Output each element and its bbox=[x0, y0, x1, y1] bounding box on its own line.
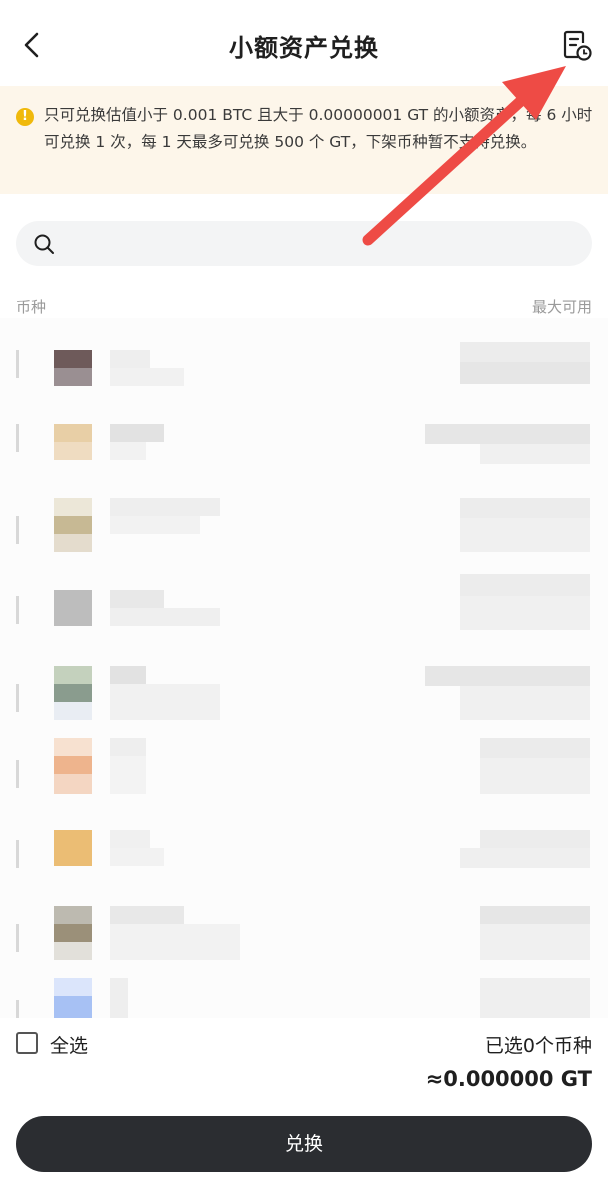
list-item[interactable] bbox=[0, 662, 608, 736]
list-item[interactable] bbox=[0, 818, 608, 892]
column-header-coin: 币种 bbox=[16, 298, 47, 316]
row-checkbox[interactable] bbox=[16, 684, 19, 712]
list-item[interactable] bbox=[0, 402, 608, 476]
list-item[interactable] bbox=[0, 574, 608, 648]
select-all-checkbox[interactable] bbox=[16, 1032, 38, 1054]
history-button[interactable] bbox=[558, 28, 594, 64]
list-item[interactable] bbox=[0, 328, 608, 402]
notice-text: 只可兑换估值小于 0.001 BTC 且大于 0.00000001 GT 的小额… bbox=[44, 106, 593, 151]
select-all-label[interactable]: 全选 bbox=[50, 1031, 88, 1058]
row-checkbox[interactable] bbox=[16, 1000, 19, 1018]
list-item[interactable] bbox=[0, 978, 608, 1018]
column-header-max-available: 最大可用 bbox=[531, 298, 592, 316]
row-checkbox[interactable] bbox=[16, 596, 19, 624]
total-estimate: ≈0.000000 GT bbox=[425, 1067, 592, 1091]
row-checkbox[interactable] bbox=[16, 516, 19, 544]
row-checkbox[interactable] bbox=[16, 760, 19, 788]
selected-count: 已选0个币种 bbox=[484, 1035, 592, 1057]
row-checkbox[interactable] bbox=[16, 840, 19, 868]
row-checkbox[interactable] bbox=[16, 424, 19, 452]
search-icon bbox=[34, 234, 54, 254]
page-title: 小额资产兑换 bbox=[229, 34, 379, 62]
asset-list[interactable] bbox=[0, 318, 608, 1018]
search-bar[interactable] bbox=[16, 221, 592, 268]
list-item[interactable] bbox=[0, 494, 608, 568]
list-item[interactable] bbox=[0, 738, 608, 812]
row-checkbox[interactable] bbox=[16, 350, 19, 378]
row-checkbox[interactable] bbox=[16, 924, 19, 952]
search-input[interactable] bbox=[66, 221, 580, 268]
info-icon: ! bbox=[16, 108, 34, 126]
list-item[interactable] bbox=[0, 902, 608, 976]
header: 小额资产兑换 bbox=[0, 0, 608, 88]
history-record-icon bbox=[563, 30, 592, 61]
convert-button[interactable]: 兑换 bbox=[16, 1116, 592, 1172]
